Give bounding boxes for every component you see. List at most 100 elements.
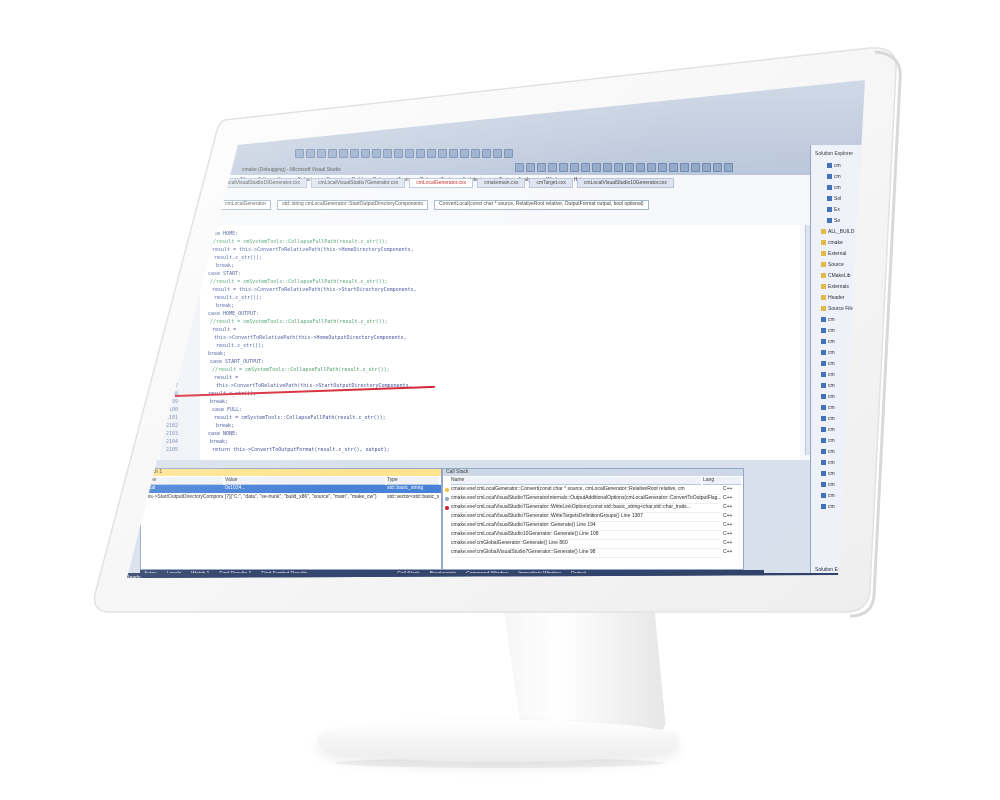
solution-item[interactable]: cm	[821, 383, 835, 389]
code-line[interactable]: result.c_str());	[214, 295, 262, 301]
code-line[interactable]: case START_OUTPUT:	[210, 359, 264, 365]
document-tab[interactable]: cmLocalGenerator.cxx	[409, 178, 473, 188]
toolbar-button-icon[interactable]	[493, 149, 502, 158]
code-line[interactable]: case FULL:	[212, 407, 242, 413]
code-line[interactable]: result = this->ConvertToRelativePath(thi…	[212, 287, 417, 293]
toolbar-button-icon[interactable]	[570, 163, 579, 172]
code-line[interactable]: break;	[216, 423, 234, 429]
toolbar-button-icon[interactable]	[306, 149, 315, 158]
solution-item[interactable]: Externals	[821, 284, 849, 290]
solution-item[interactable]: cmake	[821, 240, 843, 246]
code-line[interactable]: result = this->ConvertToRelativePath(thi…	[212, 247, 414, 253]
solution-item[interactable]: cm	[821, 427, 835, 433]
toolbar-button-icon[interactable]	[548, 163, 557, 172]
code-line[interactable]: case HOME_OUTPUT:	[208, 311, 259, 317]
solution-item[interactable]: cm	[821, 350, 835, 356]
toolbar-button-icon[interactable]	[416, 149, 425, 158]
toolbar-button-icon[interactable]	[592, 163, 601, 172]
solution-item[interactable]: Sol	[827, 196, 841, 202]
toolbar-button-icon[interactable]	[460, 149, 469, 158]
toolbar-button-icon[interactable]	[515, 163, 524, 172]
solution-item[interactable]: So	[827, 218, 840, 224]
document-tab[interactable]: cmLocalVisualStudio10Generator.cxx	[210, 178, 308, 188]
solution-item[interactable]: Source	[821, 262, 844, 268]
toolbar-button-icon[interactable]	[394, 149, 403, 158]
code-line[interactable]: break;	[216, 303, 234, 309]
solution-item[interactable]: External	[821, 251, 846, 257]
solution-item[interactable]: cm	[821, 482, 835, 488]
document-tab[interactable]: cmLocalVisualStudio10Generator.cxx	[576, 178, 674, 188]
call-stack-row[interactable]: cmake.exe!cmLocalVisualStudio7GeneratorI…	[451, 495, 721, 504]
toolbar-button-icon[interactable]	[339, 149, 348, 158]
toolbar-button-icon[interactable]	[361, 149, 370, 158]
code-line[interactable]: this->ConvertToRelativePath(this->HomeOu…	[214, 335, 407, 341]
toolbar-button-icon[interactable]	[603, 163, 612, 172]
solution-item[interactable]: cm	[821, 460, 835, 466]
code-line[interactable]: case START:	[208, 271, 241, 277]
call-stack-row[interactable]: cmake.exe!cmGlobalVisualStudio7Generator…	[451, 549, 721, 558]
code-line[interactable]: result =	[214, 375, 238, 381]
code-line[interactable]: break;	[208, 351, 226, 357]
document-tab[interactable]: cmakemain.cxx	[477, 178, 526, 188]
watch-col-name[interactable]: Name	[143, 477, 223, 485]
solution-item[interactable]: cm	[821, 405, 835, 411]
toolbar-button-icon[interactable]	[317, 149, 326, 158]
call-stack-row[interactable]: cmake.exe!cmLocalGenerator::Convert(cons…	[451, 486, 721, 495]
toolbar-button-icon[interactable]	[383, 149, 392, 158]
call-stack-row[interactable]: cmake.exe!cmGlobalGenerator::Generate() …	[451, 540, 721, 549]
solution-item[interactable]: cm	[821, 339, 835, 345]
solution-item[interactable]: cm	[821, 394, 835, 400]
toolbar-button-icon[interactable]	[295, 149, 304, 158]
solution-item[interactable]: cm	[821, 449, 835, 455]
call-stack-col-name[interactable]: Name	[451, 477, 701, 485]
call-stack-row[interactable]: cmake.exe!cmLocalVisualStudio7Generator:…	[451, 522, 721, 531]
solution-item[interactable]: Header	[821, 295, 844, 301]
solution-item[interactable]: cm	[827, 163, 841, 169]
scope-combo[interactable]: cmLocalGenerator	[220, 200, 272, 210]
toolbar-button-icon[interactable]	[614, 163, 623, 172]
solution-item[interactable]: cm	[827, 174, 841, 180]
solution-item[interactable]: cm	[821, 493, 835, 499]
toolbar-button-icon[interactable]	[504, 149, 513, 158]
toolbar-button-icon[interactable]	[702, 163, 711, 172]
solution-item[interactable]: cm	[821, 438, 835, 444]
toolbar-button-icon[interactable]	[713, 163, 722, 172]
call-stack-col-lang[interactable]: Lang	[703, 477, 741, 485]
code-line[interactable]: result.c_str());	[214, 255, 262, 261]
code-line[interactable]: return this->ConvertToOutputFormat(resul…	[212, 447, 390, 453]
signature-combo[interactable]: ConvertLocal(const char * source, Relati…	[434, 200, 649, 210]
watch-col-value[interactable]: Value	[225, 477, 385, 485]
toolbar-button-icon[interactable]	[680, 163, 689, 172]
function-combo[interactable]: std::string cmLocalGenerator::StartOutpu…	[277, 200, 429, 210]
toolbar-button-icon[interactable]	[691, 163, 700, 172]
document-tab[interactable]: cmLocalVisualStudio7Generator.cxx	[311, 178, 406, 188]
code-line[interactable]: //result = cmSystemTools::CollapseFullPa…	[210, 239, 388, 245]
watch-col-type[interactable]: Type	[387, 477, 439, 485]
watch-row[interactable]: local 0x1024... std::basic_string	[141, 485, 441, 493]
toolbar-button-icon[interactable]	[724, 163, 733, 172]
solution-item[interactable]: CMakeLib	[821, 273, 851, 279]
code-line[interactable]: //result = cmSystemTools::CollapseFullPa…	[210, 279, 388, 285]
call-stack-row[interactable]: cmake.exe!cmLocalVisualStudio10Generator…	[451, 531, 721, 540]
toolbar-button-icon[interactable]	[328, 149, 337, 158]
solution-item[interactable]: cm	[821, 504, 835, 510]
solution-item[interactable]: Source Files	[821, 306, 856, 312]
code-line[interactable]: break;	[210, 439, 228, 445]
solution-item[interactable]: cm	[821, 416, 835, 422]
solution-item[interactable]: cm	[821, 328, 835, 334]
toolbar-button-icon[interactable]	[350, 149, 359, 158]
call-stack-row[interactable]: cmake.exe!cmLocalVisualStudio7Generator:…	[451, 513, 721, 522]
toolbar-button-icon[interactable]	[658, 163, 667, 172]
toolbar-button-icon[interactable]	[405, 149, 414, 158]
toolbar-button-icon[interactable]	[625, 163, 634, 172]
solution-item[interactable]: cm	[821, 372, 835, 378]
toolbar-button-icon[interactable]	[669, 163, 678, 172]
solution-item[interactable]: ALL_BUILD	[821, 229, 854, 235]
toolbar-button-icon[interactable]	[438, 149, 447, 158]
watch-row[interactable]: this->StartOutputDirectoryComponents [7]…	[141, 494, 441, 502]
toolbar-button-icon[interactable]	[537, 163, 546, 172]
toolbar-button-icon[interactable]	[471, 149, 480, 158]
code-line[interactable]: case NONE:	[208, 431, 238, 437]
toolbar-button-icon[interactable]	[581, 163, 590, 172]
code-line[interactable]: result.c_str());	[216, 343, 264, 349]
